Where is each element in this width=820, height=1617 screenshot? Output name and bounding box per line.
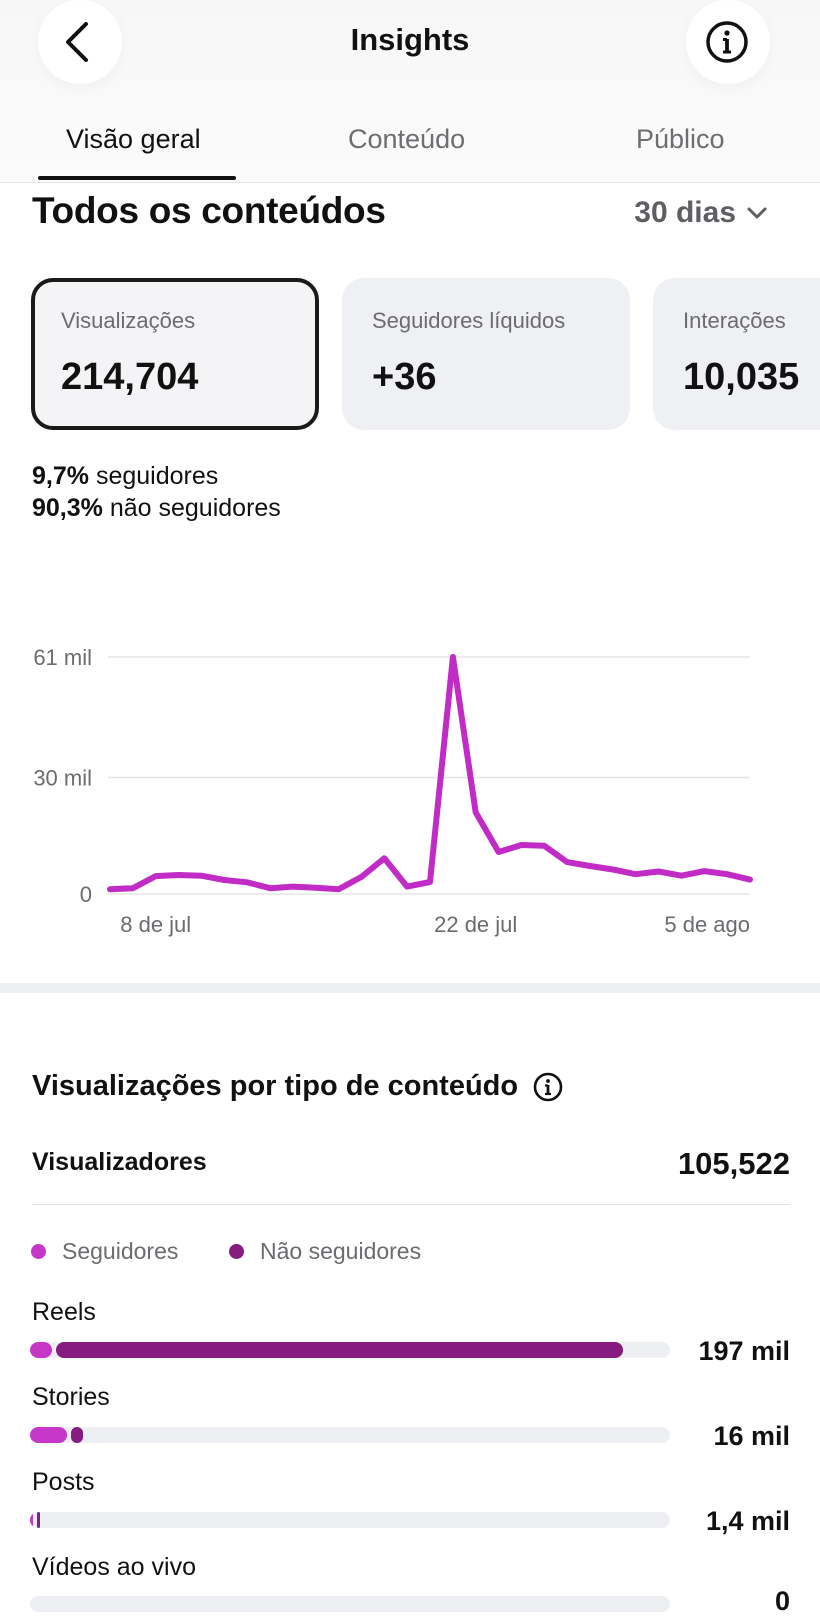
- metric-value: 10,035: [683, 356, 800, 398]
- bar-segment-followers: [30, 1342, 53, 1358]
- info-circle-icon: [706, 21, 748, 63]
- legend-dot: [229, 1244, 244, 1259]
- tab-audience[interactable]: Público: [636, 124, 725, 155]
- date-range-label: 30 dias: [634, 196, 736, 229]
- bar-segment-non-followers: [71, 1427, 83, 1443]
- metric-card-interactions[interactable]: Interações 10,035: [653, 278, 820, 430]
- bar-segment-followers: [30, 1427, 68, 1443]
- row-label-stories: Stories: [32, 1383, 110, 1411]
- row-value-posts: 1,4 mil: [705, 1506, 790, 1536]
- metric-label: Interações: [683, 308, 786, 333]
- tab-overview[interactable]: Visão geral: [66, 124, 201, 155]
- y-tick-label: 0: [80, 882, 92, 907]
- section-title: Todos os conteúdos: [32, 190, 386, 231]
- row-value-stories: 16 mil: [713, 1421, 790, 1451]
- row-label-posts: Posts: [32, 1468, 95, 1496]
- y-tick-label: 30 mil: [33, 765, 92, 790]
- bar-track-posts: [30, 1512, 670, 1528]
- chevron-down-icon: [747, 207, 767, 219]
- info-circle-icon[interactable]: [532, 1071, 564, 1103]
- date-range-dropdown[interactable]: 30 dias: [634, 196, 768, 230]
- legend-non-followers: Não seguidores: [229, 1238, 421, 1265]
- x-tick-label: 22 de jul: [434, 912, 517, 937]
- breakdown-title-text: Visualizações por tipo de conteúdo: [32, 1070, 519, 1102]
- breakdown-title: Visualizações por tipo de conteúdo: [32, 1070, 564, 1103]
- metric-value: +36: [372, 356, 437, 398]
- tab-content[interactable]: Conteúdo: [348, 124, 465, 155]
- viewers-label: Visualizadores: [32, 1148, 207, 1176]
- row-value-reels: 197 mil: [698, 1336, 790, 1366]
- views-line-chart: 0 30 mil 61 mil 8 de jul 22 de jul 5 de ago: [33, 645, 753, 937]
- bar-track-reels: [30, 1342, 670, 1358]
- x-tick-label: 8 de jul: [120, 912, 191, 937]
- section-divider: [0, 983, 820, 993]
- row-label-live: Vídeos ao vivo: [32, 1553, 196, 1581]
- bar-track-live: [30, 1596, 670, 1612]
- followers-share: 9,7% seguidores: [32, 462, 218, 491]
- non-followers-share: 90,3% não seguidores: [32, 494, 281, 523]
- row-label-reels: Reels: [32, 1298, 96, 1326]
- y-tick-label: 61 mil: [33, 645, 92, 670]
- followers-text: seguidores: [95, 462, 219, 490]
- non-followers-pct: 90,3%: [32, 494, 103, 522]
- legend-followers: Seguidores: [31, 1238, 178, 1265]
- bar-segment-non-followers: [36, 1512, 41, 1528]
- legend-label: Não seguidores: [260, 1238, 422, 1264]
- metric-label: Visualizações: [61, 308, 196, 333]
- viewers-value: 105,522: [677, 1146, 790, 1181]
- metric-label: Seguidores líquidos: [372, 308, 566, 333]
- metric-card-net-followers[interactable]: Seguidores líquidos +36: [342, 278, 630, 430]
- info-button[interactable]: [686, 0, 770, 84]
- series-line-views: [107, 654, 753, 893]
- bar-segment-followers: [30, 1512, 33, 1528]
- bar-segment-non-followers: [56, 1342, 623, 1358]
- active-tab-indicator: [38, 176, 236, 180]
- bar-track-stories: [30, 1427, 670, 1443]
- row-value-live: 0: [774, 1586, 790, 1616]
- legend-dot: [31, 1244, 46, 1259]
- followers-pct: 9,7%: [32, 462, 89, 490]
- legend-label: Seguidores: [62, 1238, 179, 1264]
- metric-value: 214,704: [61, 356, 199, 398]
- metric-card-views[interactable]: Visualizações 214,704: [31, 278, 319, 430]
- divider: [32, 1204, 790, 1205]
- non-followers-text: não seguidores: [109, 494, 281, 522]
- x-tick-label: 5 de ago: [664, 912, 750, 937]
